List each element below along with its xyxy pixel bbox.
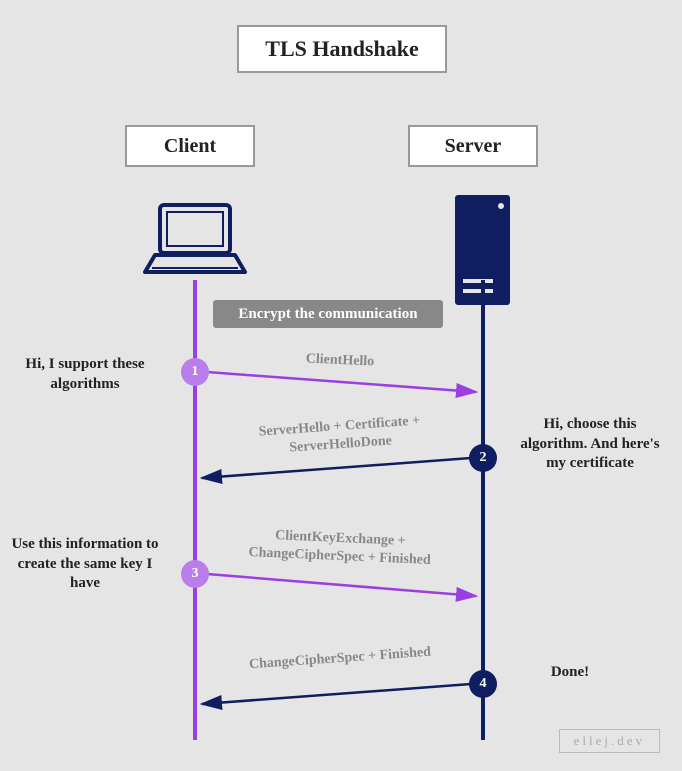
step-1-marker: 1 [181,358,209,386]
client-role-label: Client [125,125,255,167]
step-2-marker: 2 [469,444,497,472]
message-4-label: ChangeCipherSpec + Finished [220,642,461,676]
client-lifeline [193,280,197,740]
server-role-label: Server [408,125,538,167]
laptop-icon [140,200,250,280]
credit-badge: ellej.dev [559,729,660,753]
message-2-label: ServerHello + Certificate + ServerHelloD… [219,410,461,462]
step-3-marker: 3 [181,560,209,588]
note-step-3: Use this information to create the same … [5,535,165,594]
note-step-2: Hi, choose this algorithm. And here's my… [510,415,670,474]
note-step-4: Done! [510,663,630,683]
message-1-label: ClientHello [220,347,461,375]
diagram-title: TLS Handshake [237,25,447,73]
step-4-marker: 4 [469,670,497,698]
note-step-1: Hi, I support these algorithms [5,355,165,394]
message-3-label: ClientKeyExchange + ChangeCipherSpec + F… [219,525,460,570]
encrypt-communication-pill: Encrypt the communication [213,300,443,328]
